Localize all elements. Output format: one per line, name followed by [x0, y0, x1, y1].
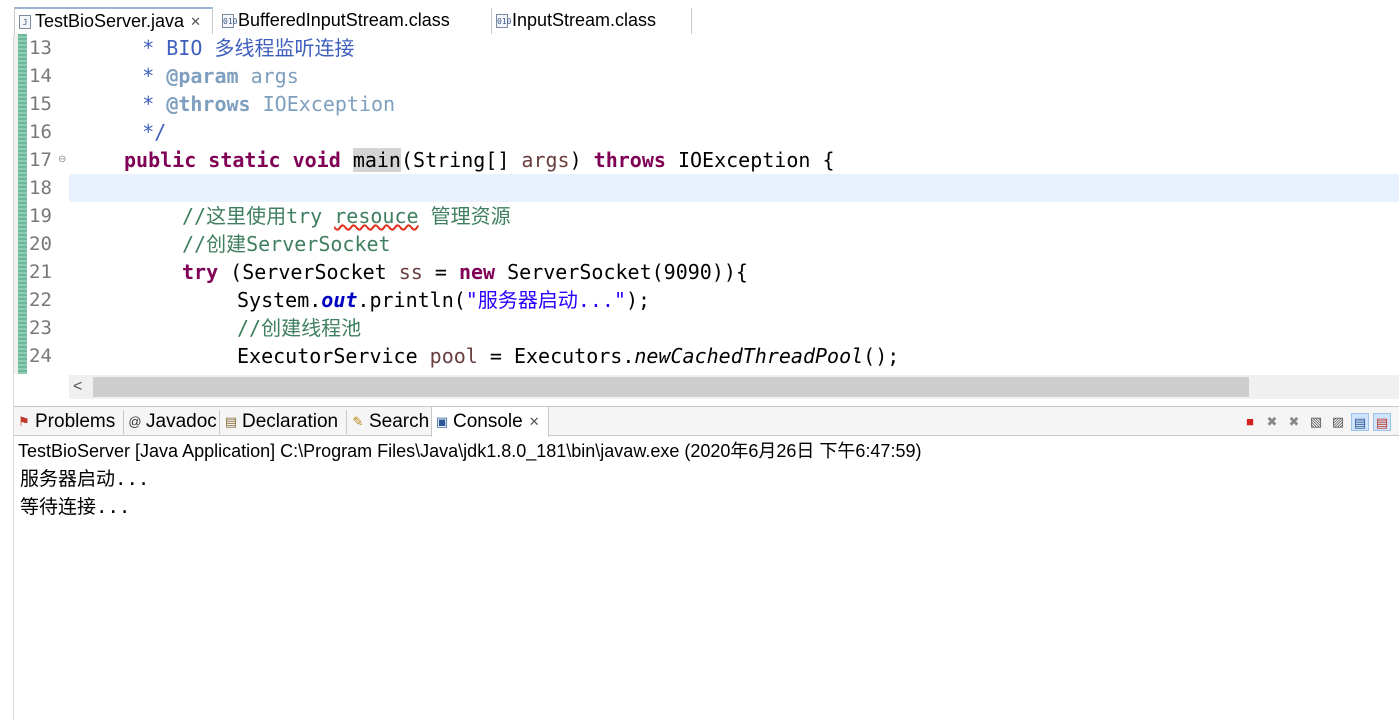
tab-divider — [346, 410, 347, 434]
class-file-icon: 010 — [496, 13, 511, 28]
tab-problems[interactable]: ⚑ Problems — [14, 407, 115, 436]
code-editor[interactable]: 13 * BIO 多线程监听连接 14 * @param args 15 * @… — [14, 34, 1399, 374]
problems-icon: ⚑ — [18, 413, 30, 429]
tab-search[interactable]: ✎ Search — [348, 407, 430, 436]
code-line: 21 try (ServerSocket ss = new ServerSock… — [29, 260, 748, 284]
tab-divider — [219, 410, 220, 434]
left-frame — [0, 34, 14, 720]
tab-javadoc[interactable]: @ Javadoc — [125, 407, 216, 436]
console-output-line: 服务器启动... — [20, 468, 150, 490]
scroll-lock-icon[interactable]: ▨ — [1329, 413, 1347, 431]
scroll-left-arrow-icon[interactable]: < — [73, 375, 82, 399]
console-output[interactable]: 服务器启动... 等待连接... — [20, 465, 149, 521]
line-number: 24 — [29, 345, 52, 367]
console-launch-title: TestBioServer [Java Application] C:\Prog… — [18, 441, 922, 461]
tab-testbioserver-java[interactable]: J TestBioServer.java ✕ — [14, 7, 213, 34]
line-number: 16 — [29, 121, 52, 143]
line-number: 23 — [29, 317, 52, 339]
console-output-line: 等待连接... — [20, 496, 131, 518]
line-number: 14 — [29, 65, 52, 87]
terminate-icon[interactable]: ■ — [1241, 413, 1259, 431]
tab-label: InputStream.class — [512, 10, 657, 30]
tab-label: TestBioServer.java — [35, 11, 185, 31]
editor-tab-bar: J TestBioServer.java ✕ 010 BufferedInput… — [0, 0, 1399, 35]
line-number: 21 — [29, 261, 52, 283]
line-number: 22 — [29, 289, 52, 311]
code-line: 16 */ — [29, 120, 167, 144]
close-icon[interactable]: ✕ — [190, 14, 201, 30]
line-number: 20 — [29, 233, 52, 255]
tab-declaration[interactable]: ▤ Declaration — [221, 407, 338, 436]
code-line: 18 — [14, 174, 1399, 202]
console-toolbar: ■ ✖ ✖ ▧ ▨ ▤ ▤ — [1241, 413, 1391, 431]
code-line: 17 ⊖ public static void main(String[] ar… — [29, 146, 835, 174]
scrollbar-thumb[interactable] — [93, 377, 1249, 397]
show-console-on-error-icon[interactable]: ▤ — [1373, 413, 1391, 431]
class-file-icon: 010 — [222, 13, 237, 28]
code-line: 13 * BIO 多线程监听连接 — [29, 36, 355, 60]
line-number: 19 — [29, 205, 52, 227]
line-number: 13 — [29, 37, 52, 59]
tab-console[interactable]: ▣ Console ✕ — [431, 407, 549, 437]
remove-all-launches-icon[interactable]: ✖ — [1285, 413, 1303, 431]
code-line: 24 ExecutorService pool = Executors.newC… — [29, 344, 900, 368]
line-number: 18 — [29, 177, 52, 199]
search-icon: ✎ — [352, 413, 364, 429]
show-console-on-output-icon[interactable]: ▤ — [1351, 413, 1369, 431]
close-icon[interactable]: ✕ — [529, 414, 540, 430]
tab-label: BufferedInputStream.class — [238, 10, 450, 30]
tab-inputstream-class[interactable]: 010 InputStream.class — [492, 7, 690, 34]
at-icon: @ — [128, 413, 142, 429]
code-line: 14 * @param args — [29, 64, 299, 88]
code-line: 22 System.out.println("服务器启动..."); — [29, 288, 651, 312]
remove-launch-icon[interactable]: ✖ — [1263, 413, 1281, 431]
clear-console-icon[interactable]: ▧ — [1307, 413, 1325, 431]
spelling-error: resouce — [334, 204, 419, 228]
line-number: 15 — [29, 93, 52, 115]
java-file-icon: J — [19, 14, 31, 29]
tab-divider — [691, 8, 692, 34]
code-line: 15 * @throws IOException — [29, 92, 396, 116]
declaration-icon: ▤ — [224, 413, 238, 429]
console-icon: ▣ — [435, 414, 449, 429]
horizontal-scrollbar[interactable]: < — [69, 375, 1399, 399]
fold-toggle-icon[interactable]: ⊖ — [58, 146, 66, 174]
tab-bufferedinputstream-class[interactable]: 010 BufferedInputStream.class — [218, 7, 490, 34]
code-line: 19 //这里使用try resouce 管理资源 — [29, 204, 511, 228]
code-line: 23 //创建线程池 — [29, 316, 362, 340]
highlighted-occurrence: main — [352, 148, 401, 172]
bottom-panel-tab-bar: ⚑ Problems @ Javadoc ▤ Declaration ✎ Sea… — [14, 406, 1399, 437]
code-line: 20 //创建ServerSocket — [29, 232, 391, 256]
tab-divider — [123, 410, 124, 434]
